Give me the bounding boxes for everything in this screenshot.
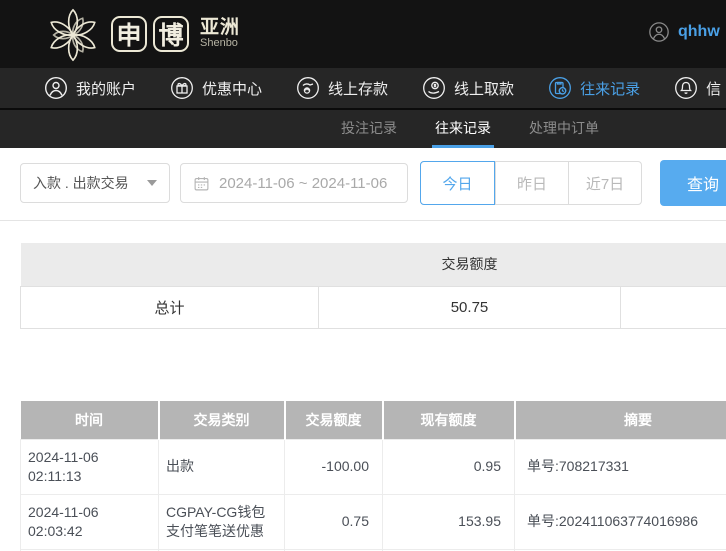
brand-suffix: 亚洲 Shenbo — [200, 18, 240, 49]
records-header-row: 时间 交易类别 交易额度 现有额度 摘要 — [20, 400, 726, 440]
date-range-value: 2024-11-06 ~ 2024-11-06 — [219, 174, 388, 192]
cell-amount: 0.75 — [284, 493, 383, 550]
quick-date-group: 今日 昨日 近7日 — [420, 161, 642, 205]
col-header-time: 时间 — [20, 400, 159, 440]
gift-icon — [170, 76, 194, 100]
flower-icon — [50, 8, 96, 62]
page-root: 申 博 亚洲 Shenbo qhhw 我的账户 优惠中心 线上存款 线上取款 往… — [0, 0, 726, 551]
account-menu[interactable]: qhhw — [648, 21, 720, 43]
cell-amount: -100.00 — [284, 439, 383, 495]
nav-item-withdraw[interactable]: 线上取款 — [422, 76, 514, 100]
nav-label: 线上取款 — [454, 80, 515, 98]
cell-summary: 单号:708217331 — [514, 439, 726, 495]
brand-suffix-cn: 亚洲 — [200, 17, 241, 39]
col-header-amount: 交易额度 — [283, 400, 383, 440]
col-header-summary: 摘要 — [513, 400, 726, 440]
brand-logo[interactable]: 申 博 亚洲 Shenbo — [44, 4, 240, 64]
main-nav: 我的账户 优惠中心 线上存款 线上取款 往来记录 信 — [0, 68, 726, 110]
records-icon — [548, 76, 572, 100]
summary-total-empty — [620, 285, 726, 329]
search-button[interactable]: 查询 — [660, 160, 726, 206]
person-icon — [649, 22, 669, 42]
table-row: 2024-11-06 02:11:13 出款 -100.00 0.95 单号:7… — [20, 439, 726, 495]
nav-item-my-account[interactable]: 我的账户 — [44, 76, 136, 100]
nav-item-messages[interactable]: 信 — [674, 76, 721, 100]
brand-char-1: 申 — [111, 16, 147, 52]
cell-time: 2024-11-06 02:11:13 — [20, 439, 159, 495]
date-range-input[interactable]: 2024-11-06 ~ 2024-11-06 — [180, 163, 408, 203]
summary-total-row: 总计 50.75 — [20, 285, 726, 329]
nav-item-transaction-records[interactable]: 往来记录 — [548, 76, 640, 100]
summary-header-row: 交易额度 — [20, 243, 726, 286]
today-button[interactable]: 今日 — [420, 161, 495, 205]
user-icon — [44, 76, 68, 100]
deposit-icon — [296, 76, 320, 100]
summary-header-empty — [20, 243, 319, 286]
brand-name-boxes: 申 博 — [111, 16, 189, 52]
records-table: 时间 交易类别 交易额度 现有额度 摘要 2024-11-06 02:11:13… — [20, 400, 726, 551]
table-row: 2024-11-06 02:03:42 CGPAY-CG钱包支付笔笔送优惠 0.… — [20, 493, 726, 550]
tab-transaction-records[interactable]: 往来记录 — [432, 110, 494, 148]
brand-suffix-en: Shenbo — [200, 37, 238, 50]
cell-balance: 0.95 — [382, 439, 515, 495]
cell-balance: 153.95 — [382, 493, 515, 550]
col-header-type: 交易类别 — [157, 400, 285, 440]
nav-item-deposit[interactable]: 线上存款 — [296, 76, 388, 100]
nav-label: 优惠中心 — [202, 80, 263, 98]
nav-item-promotions[interactable]: 优惠中心 — [170, 76, 262, 100]
summary-header-amount: 交易额度 — [318, 243, 621, 286]
chevron-down-icon — [147, 180, 157, 186]
summary-total-label: 总计 — [20, 285, 319, 329]
yesterday-button[interactable]: 昨日 — [495, 162, 568, 204]
calendar-icon — [194, 176, 209, 190]
cell-summary: 单号:202411063774016986 — [514, 493, 726, 550]
username: qhhw — [678, 23, 720, 40]
transaction-type-value: 入款 . 出款交易 — [33, 175, 129, 191]
record-tabs: 投注记录 往来记录 处理中订单 — [0, 110, 726, 148]
withdraw-icon — [422, 76, 446, 100]
nav-label: 信 — [706, 80, 722, 98]
nav-label: 线上存款 — [328, 80, 389, 98]
tab-pending-orders[interactable]: 处理中订单 — [526, 110, 602, 148]
filter-bar: 入款 . 出款交易 2024-11-06 ~ 2024-11-06 今日 昨日 … — [0, 148, 726, 206]
nav-label: 我的账户 — [76, 80, 137, 98]
cell-time: 2024-11-06 02:03:42 — [20, 493, 159, 550]
summary-table: 交易额度 总计 50.75 — [20, 243, 726, 329]
cell-type: 出款 — [158, 439, 285, 495]
nav-label: 往来记录 — [580, 80, 641, 98]
top-brand-bar: 申 博 亚洲 Shenbo qhhw — [0, 0, 726, 68]
brand-char-2: 博 — [153, 16, 189, 52]
tab-bet-records[interactable]: 投注记录 — [338, 110, 400, 148]
transaction-type-select[interactable]: 入款 . 出款交易 — [20, 163, 170, 203]
cell-type: CGPAY-CG钱包支付笔笔送优惠 — [158, 493, 285, 550]
summary-header-empty2 — [620, 243, 726, 286]
col-header-balance: 现有额度 — [381, 400, 515, 440]
bell-icon — [674, 76, 698, 100]
last7days-button[interactable]: 近7日 — [568, 162, 641, 204]
summary-total-value: 50.75 — [318, 285, 621, 329]
section-divider — [0, 220, 726, 221]
